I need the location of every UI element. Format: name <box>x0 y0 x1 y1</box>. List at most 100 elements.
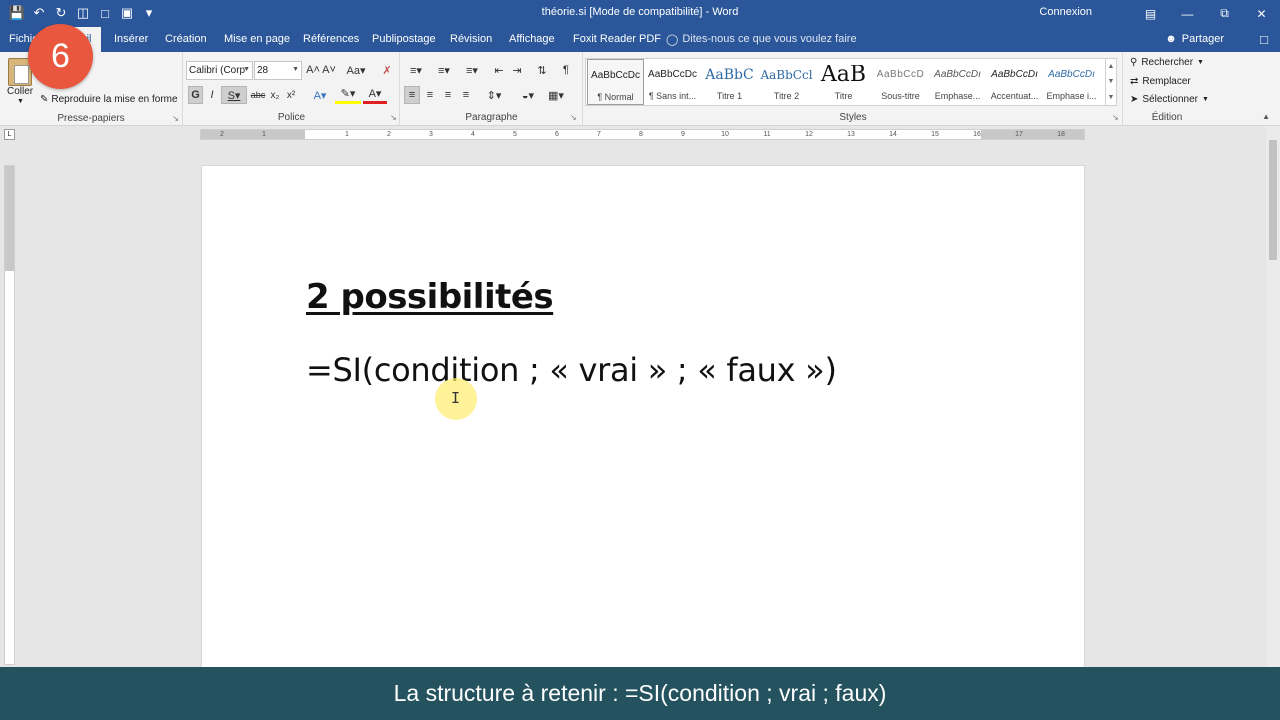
style-preview: AaBbCcDı <box>1048 69 1095 80</box>
tab-revision[interactable]: Révision <box>450 33 492 45</box>
horizontal-ruler[interactable]: 2 1 1 2 3 4 5 6 7 8 9 10 11 12 13 14 15 … <box>200 129 1085 140</box>
tab-publipostage[interactable]: Publipostage <box>372 33 436 45</box>
replace-icon: ⇄ <box>1130 76 1139 87</box>
minimize-icon[interactable]: — <box>1169 0 1206 27</box>
format-painter-button[interactable]: ✎ Reproduire la mise en forme <box>40 94 178 105</box>
chevron-down-icon[interactable]: ▼ <box>1108 78 1115 85</box>
window-controls: ▤ — ⧉ ✕ <box>1132 0 1280 27</box>
dialog-launcher-icon[interactable]: ↘ <box>172 114 179 123</box>
align-right-icon[interactable]: ≡ <box>440 86 456 104</box>
borders-icon[interactable]: ▦▾ <box>544 86 568 104</box>
clear-formatting-icon[interactable]: ✗ <box>379 61 395 79</box>
sign-in-link[interactable]: Connexion <box>1039 6 1092 18</box>
numbering-icon[interactable]: ≡▾ <box>432 61 456 79</box>
paste-button[interactable]: Coller <box>7 86 33 97</box>
dialog-launcher-icon[interactable]: ↘ <box>390 113 397 122</box>
replace-label: Remplacer <box>1142 76 1191 87</box>
scrollbar-thumb[interactable] <box>1269 140 1277 260</box>
replace-button[interactable]: ⇄ Remplacer <box>1130 76 1191 87</box>
chevron-down-icon: ▼ <box>243 66 250 73</box>
style-accentuation[interactable]: AaBbCcDı Accentuat... <box>986 59 1043 105</box>
italic-icon[interactable]: I <box>205 86 219 104</box>
ruler-number: 15 <box>931 131 939 138</box>
highlight-icon[interactable]: ✎▾ <box>335 86 361 104</box>
style-emphase-intense[interactable]: AaBbCcDı Emphase i... <box>1043 59 1100 105</box>
vertical-ruler[interactable] <box>4 165 15 665</box>
style-preview: AaB <box>820 65 867 85</box>
underline-icon[interactable]: S▾ <box>221 86 247 104</box>
vertical-scrollbar[interactable] <box>1266 126 1280 686</box>
superscript-icon[interactable]: x² <box>284 86 298 104</box>
style-normal[interactable]: AaBbCcDc ¶ Normal <box>587 59 644 105</box>
show-formatting-icon[interactable]: ¶ <box>558 61 574 79</box>
strikethrough-icon[interactable]: abc <box>250 86 266 104</box>
share-label: Partager <box>1181 33 1224 45</box>
style-titre-1[interactable]: AaBbC Titre 1 <box>701 59 758 105</box>
styles-gallery: AaBbCcDc ¶ Normal AaBbCcDc ¶ Sans int...… <box>585 58 1117 106</box>
close-icon[interactable]: ✕ <box>1243 0 1280 27</box>
collapse-ribbon-icon[interactable]: ▲ <box>1262 112 1270 121</box>
restore-icon[interactable]: ⧉ <box>1206 0 1243 27</box>
font-size-dropdown[interactable]: 28 ▼ <box>254 61 302 80</box>
dialog-launcher-icon[interactable]: ↘ <box>1112 113 1119 122</box>
dialog-launcher-icon[interactable]: ↘ <box>570 113 577 122</box>
style-titre-2[interactable]: AaBbCcl Titre 2 <box>758 59 815 105</box>
style-titre[interactable]: AaB Titre <box>815 59 872 105</box>
ribbon-display-icon[interactable]: ▤ <box>1132 0 1169 27</box>
style-sous-titre[interactable]: AaBbCcD Sous-titre <box>872 59 929 105</box>
tell-me-search[interactable]: ◯ Dites-nous ce que vous voulez faire <box>666 33 857 46</box>
tab-affichage[interactable]: Affichage <box>509 33 555 45</box>
justify-icon[interactable]: ≡ <box>458 86 474 104</box>
find-button[interactable]: ⚲ Rechercher ▼ <box>1130 57 1204 68</box>
align-left-icon[interactable]: ≡ <box>404 86 420 104</box>
select-button[interactable]: ➤ Sélectionner ▼ <box>1130 94 1209 105</box>
bold-icon[interactable]: G <box>188 86 203 104</box>
share-button[interactable]: ☻ Partager <box>1165 33 1224 45</box>
comments-icon[interactable]: □ <box>1260 32 1268 47</box>
tab-references[interactable]: Références <box>303 33 359 45</box>
ribbon-tabs: Fichier Accueil Insérer Création Mise en… <box>0 27 1280 52</box>
style-name: Accentuat... <box>990 91 1039 101</box>
select-label: Sélectionner <box>1142 94 1198 105</box>
paintbrush-icon: ✎ <box>40 94 49 105</box>
style-name: ¶ Normal <box>597 92 634 102</box>
chevron-up-icon[interactable]: ▲ <box>1108 63 1115 70</box>
font-name-dropdown[interactable]: Calibri (Corp ▼ <box>186 61 253 80</box>
ruler-top-margin <box>5 166 14 271</box>
align-center-icon[interactable]: ≡ <box>422 86 438 104</box>
change-case-icon[interactable]: Aa▾ <box>344 61 368 79</box>
tab-foxit[interactable]: Foxit Reader PDF <box>573 33 661 45</box>
group-label: Police <box>277 112 306 123</box>
chevron-down-icon[interactable]: ▼ <box>17 98 24 105</box>
grow-font-icon[interactable]: A˄ <box>306 61 320 79</box>
subscript-icon[interactable]: x₂ <box>268 86 282 104</box>
document-heading[interactable]: 2 possibilités <box>306 277 554 317</box>
gallery-scroll[interactable]: ▲ ▼ ▼ <box>1105 59 1116 105</box>
text-effects-icon[interactable]: A▾ <box>309 86 331 104</box>
ruler-number: 2 <box>220 131 224 138</box>
ruler-number: 1 <box>345 131 349 138</box>
line-spacing-icon[interactable]: ⇕▾ <box>482 86 506 104</box>
font-color-icon[interactable]: A▾ <box>363 86 387 104</box>
tab-mise-en-page[interactable]: Mise en page <box>224 33 290 45</box>
document-page[interactable]: 2 possibilités =SI(condition ; « vrai » … <box>201 165 1085 720</box>
bullets-icon[interactable]: ≡▾ <box>404 61 428 79</box>
ruler-number: 2 <box>387 131 391 138</box>
tab-selector[interactable]: L <box>4 129 15 140</box>
style-emphase-pale[interactable]: AaBbCcDı Emphase... <box>929 59 986 105</box>
style-sans-interligne[interactable]: AaBbCcDc ¶ Sans int... <box>644 59 701 105</box>
decrease-indent-icon[interactable]: ⇤ <box>491 61 507 79</box>
shading-icon[interactable]: ◒▾ <box>515 86 541 104</box>
multilevel-list-icon[interactable]: ≡▾ <box>460 61 484 79</box>
cursor-icon: ➤ <box>1130 94 1139 105</box>
increase-indent-icon[interactable]: ⇥ <box>509 61 525 79</box>
tab-creation[interactable]: Création <box>165 33 207 45</box>
ruler-number: 14 <box>889 131 897 138</box>
document-formula[interactable]: =SI(condition ; « vrai » ; « faux ») <box>306 351 837 389</box>
ruler-number: 5 <box>513 131 517 138</box>
sort-icon[interactable]: ⇅ <box>534 61 550 79</box>
more-icon[interactable]: ▼ <box>1108 94 1115 101</box>
shrink-font-icon[interactable]: A˅ <box>322 61 336 79</box>
ruler-number: 7 <box>597 131 601 138</box>
tab-inserer[interactable]: Insérer <box>114 33 148 45</box>
